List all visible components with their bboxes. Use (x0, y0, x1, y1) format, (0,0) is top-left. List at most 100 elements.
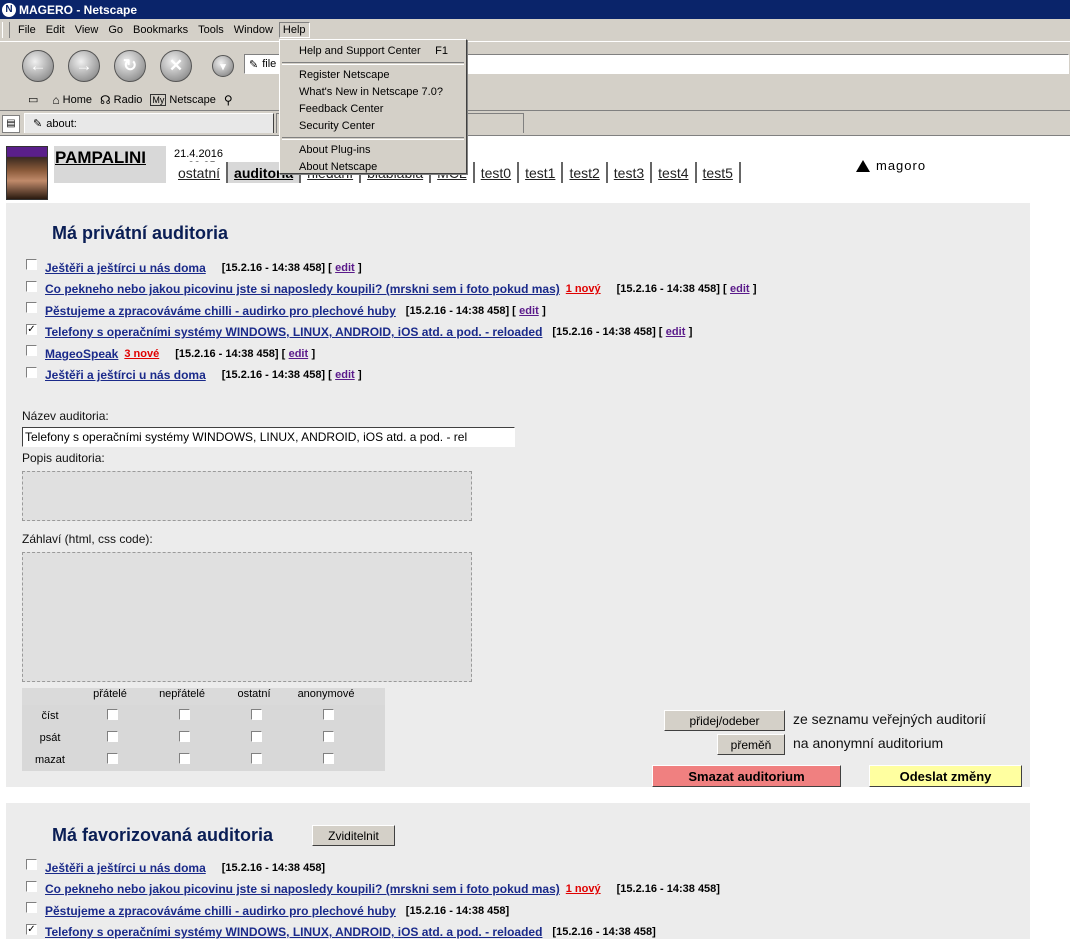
bracket: ] (311, 347, 316, 360)
menu-bookmarks[interactable]: Bookmarks (129, 22, 192, 38)
menu-go[interactable]: Go (104, 22, 127, 38)
col-header: přátelé (93, 688, 127, 700)
edit-link[interactable]: edit (335, 262, 355, 274)
reload-button[interactable]: ↻ (114, 50, 146, 82)
back-button[interactable]: ← (22, 50, 54, 82)
auditorium-link[interactable]: Co pekneho nebo jakou picovinu jste si n… (45, 282, 560, 296)
nav-test0[interactable]: test0 (474, 162, 520, 183)
perm-checkbox[interactable] (250, 731, 262, 742)
forward-button[interactable]: → (68, 50, 100, 82)
menu-window[interactable]: Window (230, 22, 277, 38)
menu-item-plugins[interactable]: About Plug-ins (280, 142, 466, 159)
header-code-label: Záhlaví (html, css code): (22, 532, 153, 546)
new-tab-icon[interactable]: ▤ (2, 115, 20, 133)
arrow-left-icon: ← (29, 56, 47, 75)
edit-link[interactable]: edit (335, 369, 355, 381)
edit-link[interactable]: edit (666, 326, 686, 338)
row-checkbox[interactable] (26, 902, 37, 914)
menu-tools[interactable]: Tools (194, 22, 228, 38)
row-checkbox[interactable] (26, 859, 37, 871)
stop-button[interactable]: ✕ (160, 50, 192, 82)
auditorium-link[interactable]: Ještěři a ještírci u nás doma (45, 261, 206, 275)
row-checkbox[interactable]: ✓ (26, 923, 37, 935)
radio-link[interactable]: ☊ Radio (100, 93, 142, 107)
show-button[interactable]: Zviditelnit (312, 825, 395, 846)
nav-test1[interactable]: test1 (519, 162, 564, 183)
menu-view[interactable]: View (71, 22, 103, 38)
header-code-textarea[interactable] (22, 552, 472, 682)
username[interactable]: PAMPALINI (54, 146, 166, 183)
auditorium-link[interactable]: Telefony s operačními systémy WINDOWS, L… (45, 925, 542, 939)
timestamp: [15.2.16 - 14:38 458] (221, 261, 326, 274)
menu-edit[interactable]: Edit (42, 22, 69, 38)
list-item: Co pekneho nebo jakou picovinu jste si n… (26, 879, 720, 901)
row-checkbox[interactable] (26, 280, 37, 292)
name-label: Název auditoria: (22, 409, 109, 423)
description-textarea[interactable] (22, 471, 472, 521)
menu-item-whats-new[interactable]: What's New in Netscape 7.0? (280, 84, 466, 101)
brand-logo[interactable]: magoro (838, 147, 950, 184)
menu-separator (282, 62, 464, 65)
auditorium-link[interactable]: Co pekneho nebo jakou picovinu jste si n… (45, 882, 560, 896)
home-link[interactable]: ⌂ Home (52, 93, 92, 107)
tab-about[interactable]: ✎ about: (24, 113, 274, 133)
auditorium-link[interactable]: Ještěři a ještírci u nás doma (45, 861, 206, 875)
menu-item-register[interactable]: Register Netscape (280, 67, 466, 84)
row-checkbox[interactable] (26, 366, 37, 378)
row-checkbox[interactable] (26, 345, 37, 357)
list-item: Ještěři a ještírci u nás doma [15.2.16 -… (26, 857, 720, 879)
row-checkbox[interactable]: ✓ (26, 323, 37, 335)
menu-item-help-support[interactable]: Help and Support Center F1 (280, 43, 466, 60)
menu-help[interactable]: Help (278, 22, 310, 38)
menu-file[interactable]: File (14, 22, 40, 38)
new-badge[interactable]: 1 nový (566, 283, 601, 295)
change-button[interactable]: přeměň (717, 734, 785, 755)
perm-checkbox[interactable] (106, 753, 118, 764)
menu-item-feedback[interactable]: Feedback Center (280, 101, 466, 118)
search-dropdown-button[interactable]: ▾ (212, 55, 234, 77)
new-badge[interactable]: 3 nové (124, 348, 159, 360)
menu-item-about[interactable]: About Netscape (280, 159, 466, 176)
auditorium-link[interactable]: Ještěři a ještírci u nás doma (45, 368, 206, 382)
edit-link[interactable]: edit (289, 348, 309, 360)
my-netscape-link[interactable]: My Netscape (150, 93, 216, 106)
nav-test5[interactable]: test5 (696, 162, 741, 183)
perm-checkbox[interactable] (106, 709, 118, 720)
auditorium-link[interactable]: Pěstujeme a zpracováváme chilli - audirk… (45, 304, 396, 318)
nav-ostatni[interactable]: ostatní (172, 162, 229, 183)
col-header: ostatní (237, 688, 271, 700)
nav-test3[interactable]: test3 (607, 162, 653, 183)
perm-checkbox[interactable] (178, 709, 190, 720)
perm-checkbox[interactable] (250, 753, 262, 764)
menu-item-security[interactable]: Security Center (280, 118, 466, 135)
tab-toggle-icon[interactable]: ▭ (28, 93, 38, 106)
perm-checkbox[interactable] (178, 731, 190, 742)
perm-cell (292, 731, 364, 745)
submit-changes-button[interactable]: Odeslat změny (869, 765, 1022, 787)
favorites-title: Má favorizovaná auditoria (52, 825, 274, 845)
perm-checkbox[interactable] (322, 753, 334, 764)
perm-checkbox[interactable] (178, 753, 190, 764)
perm-checkbox[interactable] (322, 709, 334, 720)
perm-checkbox[interactable] (250, 709, 262, 720)
auditorium-link[interactable]: Pěstujeme a zpracováváme chilli - audirk… (45, 904, 396, 918)
perm-checkbox[interactable] (106, 731, 118, 742)
nav-test2[interactable]: test2 (563, 162, 608, 183)
name-field[interactable]: Telefony s operačními systémy WINDOWS, L… (22, 427, 515, 447)
add-remove-button[interactable]: přidej/odeber (664, 710, 785, 731)
search-link[interactable]: ⚲ (224, 93, 236, 107)
row-checkbox[interactable] (26, 302, 37, 314)
nav-test4[interactable]: test4 (652, 162, 697, 183)
avatar[interactable] (6, 146, 48, 200)
row-checkbox[interactable] (26, 880, 37, 892)
auditorium-link[interactable]: MageoSpeak (45, 347, 118, 361)
page-proxy-icon: ✎ (249, 58, 259, 71)
delete-auditorium-button[interactable]: Smazat auditorium (652, 765, 841, 787)
new-badge[interactable]: 1 nový (566, 883, 601, 895)
bracket: ] (358, 261, 362, 274)
edit-link[interactable]: edit (730, 283, 750, 295)
edit-link[interactable]: edit (519, 305, 539, 317)
perm-checkbox[interactable] (322, 731, 334, 742)
auditorium-link[interactable]: Telefony s operačními systémy WINDOWS, L… (45, 325, 542, 339)
row-checkbox[interactable] (26, 259, 37, 271)
